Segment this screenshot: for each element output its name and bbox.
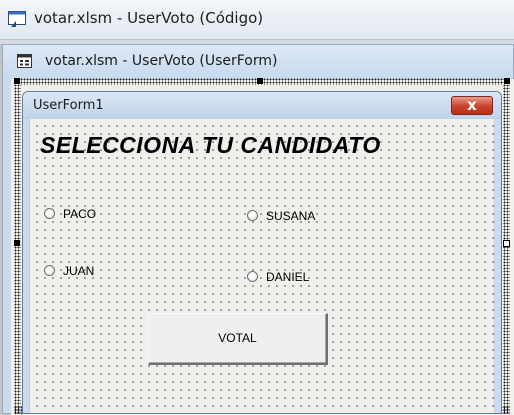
designer-window-title: votar.xlsm - UserVoto (UserForm) (45, 53, 278, 69)
userform-frame-right (495, 119, 501, 413)
radio-button-icon[interactable] (44, 265, 55, 276)
vote-button[interactable]: VOTAL (148, 313, 328, 365)
resize-grip-left-middle[interactable] (14, 240, 20, 246)
resize-grip-top-right[interactable] (504, 78, 510, 84)
vote-button-label: VOTAL (218, 331, 257, 345)
code-window-titlebar[interactable]: votar.xlsm - UserVoto (Código) (0, 0, 514, 40)
userform-designer-icon (17, 54, 32, 68)
userform-client-area[interactable] (29, 119, 495, 413)
option-label: JUAN (63, 264, 95, 278)
heading-label[interactable]: SELECCIONA TU CANDIDATO (40, 132, 381, 159)
radio-button-icon[interactable] (247, 210, 258, 221)
userform[interactable]: UserForm1 x SELECCIONA TU CANDIDATO PACO… (22, 91, 502, 414)
close-icon: x (467, 96, 477, 114)
option-label: PACO (63, 207, 97, 221)
option-label: SUSANA (266, 209, 316, 223)
code-window-title: votar.xlsm - UserVoto (Código) (34, 9, 264, 27)
selection-border-left (14, 78, 21, 414)
option-label: DANIEL (266, 270, 310, 284)
designer-window-titlebar[interactable]: votar.xlsm - UserVoto (UserForm) (3, 45, 513, 79)
userform-titlebar[interactable]: UserForm1 x (23, 92, 501, 120)
resize-grip-right-middle[interactable] (503, 240, 510, 247)
radio-button-icon[interactable] (247, 271, 258, 282)
vba-code-window-icon (8, 11, 26, 27)
close-button[interactable]: x (451, 96, 493, 115)
radio-button-icon[interactable] (44, 208, 55, 219)
userform-caption: UserForm1 (33, 98, 104, 113)
resize-grip-top-middle[interactable] (257, 78, 263, 84)
resize-grip-top-left[interactable] (14, 78, 20, 84)
